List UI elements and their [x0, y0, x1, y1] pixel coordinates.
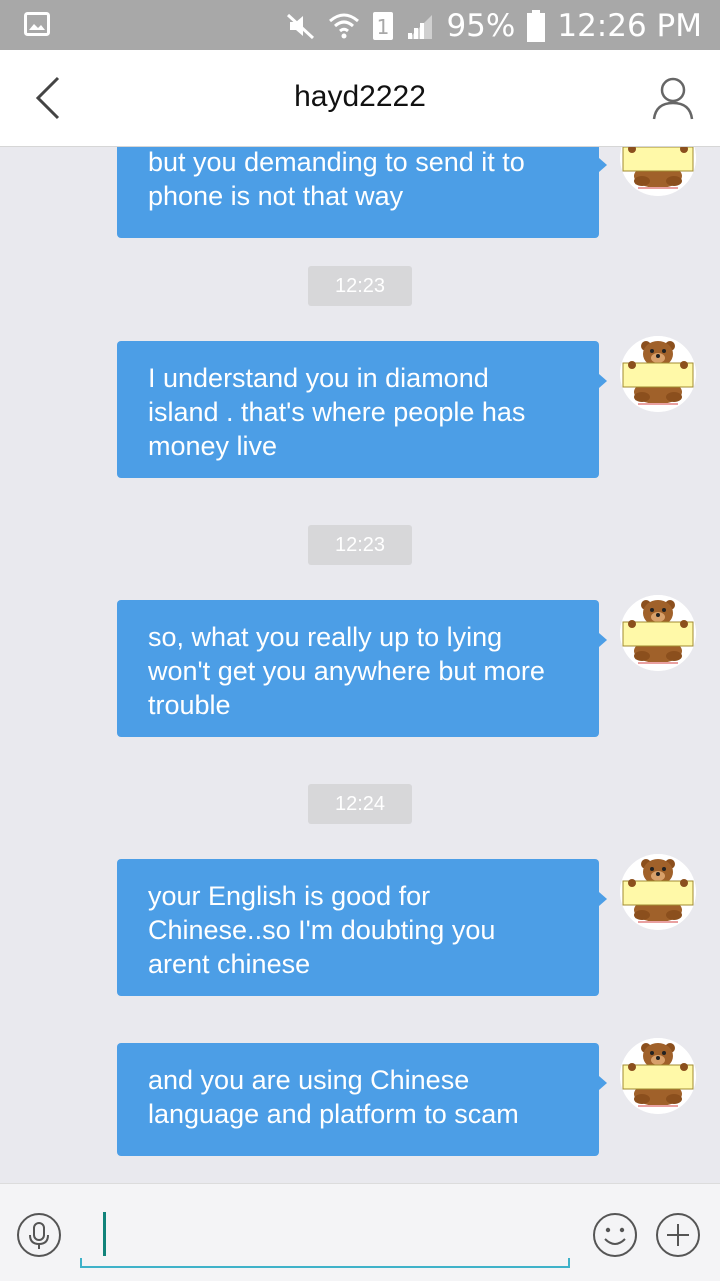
message-text-line: Chinese..so I'm doubting you — [148, 915, 496, 945]
bear-avatar-icon[interactable] — [620, 595, 696, 671]
message-text-line: won't get you anywhere but more — [148, 656, 545, 686]
bubble-tail — [599, 158, 607, 172]
sim-icon: 1 — [373, 12, 394, 40]
message-text-line: phone is not that way — [148, 181, 404, 211]
bubble-tail — [599, 892, 607, 906]
signal-icon — [408, 15, 433, 39]
message-list[interactable]: but you demanding to send it to phone is … — [0, 147, 720, 1183]
page-title: hayd2222 — [294, 80, 426, 113]
clock: 12:26 PM — [557, 8, 702, 44]
timestamp-divider: 12:23 — [308, 266, 412, 306]
message-text-line: but you demanding to send it to — [148, 147, 525, 177]
microphone-icon[interactable] — [16, 1212, 62, 1258]
outgoing-message-bubble[interactable]: and you are using Chinese language and pl… — [117, 1043, 599, 1156]
text-caret — [103, 1212, 106, 1256]
outgoing-message-bubble[interactable]: your English is good for Chinese..so I'm … — [117, 859, 599, 996]
mute-icon — [287, 13, 315, 40]
status-bar: 1 95% 12:26 PM — [0, 0, 720, 50]
message-input[interactable] — [80, 1204, 574, 1266]
timestamp-divider: 12:24 — [308, 784, 412, 824]
outgoing-message-bubble[interactable]: but you demanding to send it to phone is … — [117, 147, 599, 238]
bear-avatar-icon[interactable] — [620, 147, 696, 196]
bubble-tail — [599, 374, 607, 388]
message-text-line: and you are using Chinese — [148, 1065, 470, 1095]
message-text-line: so, what you really up to lying — [148, 622, 503, 652]
bubble-tail — [599, 1076, 607, 1090]
chat-header: hayd2222 — [0, 50, 720, 147]
wifi-icon — [329, 13, 360, 39]
message-text-line: your English is good for — [148, 881, 431, 911]
message-text-line: I understand you in diamond — [148, 363, 489, 393]
message-text-line: language and platform to scam — [148, 1099, 519, 1129]
battery-percent: 95% — [446, 8, 516, 44]
person-icon[interactable] — [652, 76, 694, 120]
plus-icon[interactable] — [655, 1212, 701, 1258]
battery-icon — [527, 10, 546, 42]
gallery-icon — [24, 12, 50, 36]
bear-avatar-icon[interactable] — [620, 336, 696, 412]
input-bar — [0, 1183, 720, 1281]
sim-slot-number: 1 — [377, 15, 390, 39]
message-text-line: island . that's where people has — [148, 397, 526, 427]
bubble-tail — [599, 633, 607, 647]
message-text-line: money live — [148, 431, 278, 461]
outgoing-message-bubble[interactable]: I understand you in diamond island . that… — [117, 341, 599, 478]
input-underline — [80, 1258, 570, 1268]
message-text-line: trouble — [148, 690, 231, 720]
smiley-icon[interactable] — [592, 1212, 638, 1258]
message-text-line: arent chinese — [148, 949, 311, 979]
bear-avatar-icon[interactable] — [620, 1038, 696, 1114]
timestamp-divider: 12:23 — [308, 525, 412, 565]
outgoing-message-bubble[interactable]: so, what you really up to lying won't get… — [117, 600, 599, 737]
bear-avatar-icon[interactable] — [620, 854, 696, 930]
